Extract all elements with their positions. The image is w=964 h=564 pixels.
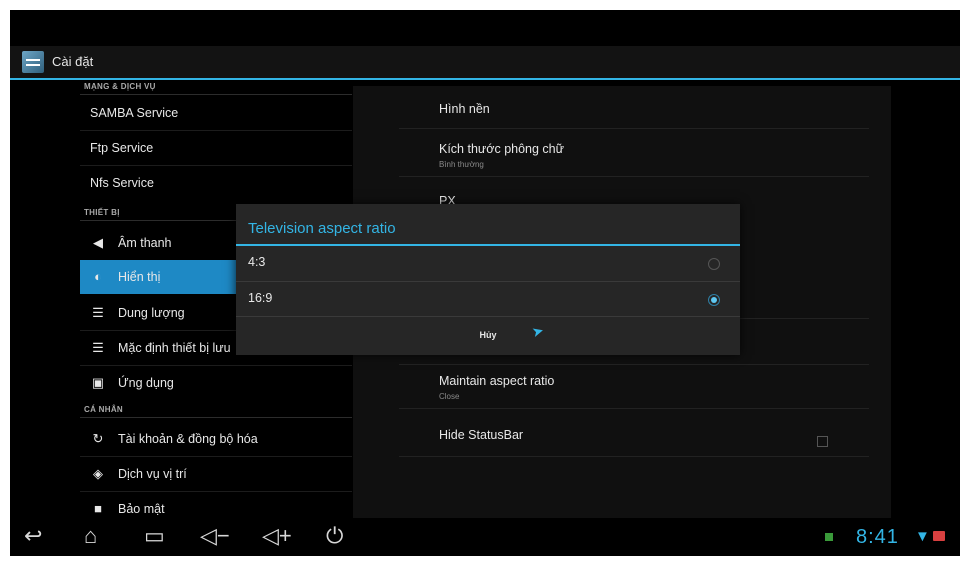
aspect-ratio-dialog: Television aspect ratio 4:3 16:9 Hủy ➤ [236,204,740,355]
setting-font-size-summary: Bình thường [439,160,484,169]
option-label: 4:3 [248,255,266,269]
sidebar-item-label: Dung lượng [118,306,185,320]
sidebar-item-label: Hiển thị [118,270,161,284]
sidebar-item-accounts[interactable]: ↻ Tài khoản & đồng bộ hóa [80,422,352,456]
radio-button-unselected[interactable] [708,258,720,270]
location-icon: ◈ [93,466,103,481]
notification-icon [825,533,833,541]
sidebar-item-nfs[interactable]: Nfs Service [80,166,352,200]
dialog-title: Television aspect ratio [248,220,396,237]
wifi-icon: ▼ [915,528,930,545]
back-icon[interactable]: ↩ [24,522,42,550]
sync-icon: ↻ [92,431,104,446]
sidebar-item-label: SAMBA Service [90,106,179,120]
hide-statusbar-checkbox[interactable] [817,436,828,447]
speaker-icon: ◀ [93,235,103,250]
sidebar-item-label: Ứng dụng [118,376,174,390]
power-icon[interactable]: ⏻ [326,522,343,550]
section-divider [80,94,352,95]
section-header-network: MẠNG & DỊCH VỤ [84,82,156,91]
sidebar-item-label: Nfs Service [90,176,154,190]
divider [399,408,869,409]
storage-default-icon: ☰ [92,340,104,355]
sidebar-item-label: Tài khoản & đồng bộ hóa [118,432,258,446]
setting-wallpaper[interactable]: Hình nền [439,102,490,116]
sidebar-item-apps[interactable]: ▣ Ứng dụng [80,366,352,400]
battery-icon [933,531,945,541]
storage-icon: ☰ [92,305,104,320]
sidebar-item-label: Dịch vụ vị trí [118,467,187,481]
system-nav-bar: ↩ ⌂ ▭ ◁− ◁+ ⏻ 8:41 ▼ [10,518,960,556]
lock-icon: ■ [94,501,102,516]
option-16-9[interactable]: 16:9 [236,282,740,316]
home-icon[interactable]: ⌂ [84,522,97,550]
setting-maintain-aspect-ratio[interactable]: Maintain aspect ratio [439,374,554,388]
sidebar-item-samba[interactable]: SAMBA Service [80,96,352,130]
section-header-personal: CÁ NHÂN [84,405,123,414]
divider [399,364,869,365]
sidebar-item-label: Mặc định thiết bị lưu [118,341,231,355]
sidebar-item-ftp[interactable]: Ftp Service [80,131,352,165]
section-divider [80,417,352,418]
radio-button-selected[interactable] [708,294,720,306]
option-label: 16:9 [248,291,273,305]
sidebar-item-label: Ftp Service [90,141,154,155]
apps-icon: ▣ [91,375,105,390]
sidebar-item-location[interactable]: ◈ Dịch vụ vị trí [80,457,352,491]
option-4-3[interactable]: 4:3 [236,246,740,280]
divider [399,128,869,129]
divider [399,176,869,177]
setting-font-size[interactable]: Kích thước phông chữ [439,142,564,156]
android-screen: Cài đặt MẠNG & DỊCH VỤ SAMBA Service Ftp… [10,10,960,556]
status-clock: 8:41 [856,526,899,548]
settings-app-icon[interactable] [22,51,44,73]
sidebar-item-label: Âm thanh [118,236,172,250]
app-title: Cài đặt [52,54,94,69]
section-header-device: THIẾT BỊ [84,208,120,217]
recent-apps-icon[interactable]: ▭ [144,522,165,550]
volume-down-icon[interactable]: ◁− [200,522,230,550]
setting-maintain-aspect-ratio-summary: Close [439,392,460,401]
cancel-button[interactable]: Hủy [236,316,740,354]
display-icon: ◐ [94,269,102,284]
action-bar: Cài đặt [10,46,960,80]
volume-up-icon[interactable]: ◁+ [262,522,292,550]
setting-hide-statusbar[interactable]: Hide StatusBar [439,428,523,442]
divider [399,456,869,457]
